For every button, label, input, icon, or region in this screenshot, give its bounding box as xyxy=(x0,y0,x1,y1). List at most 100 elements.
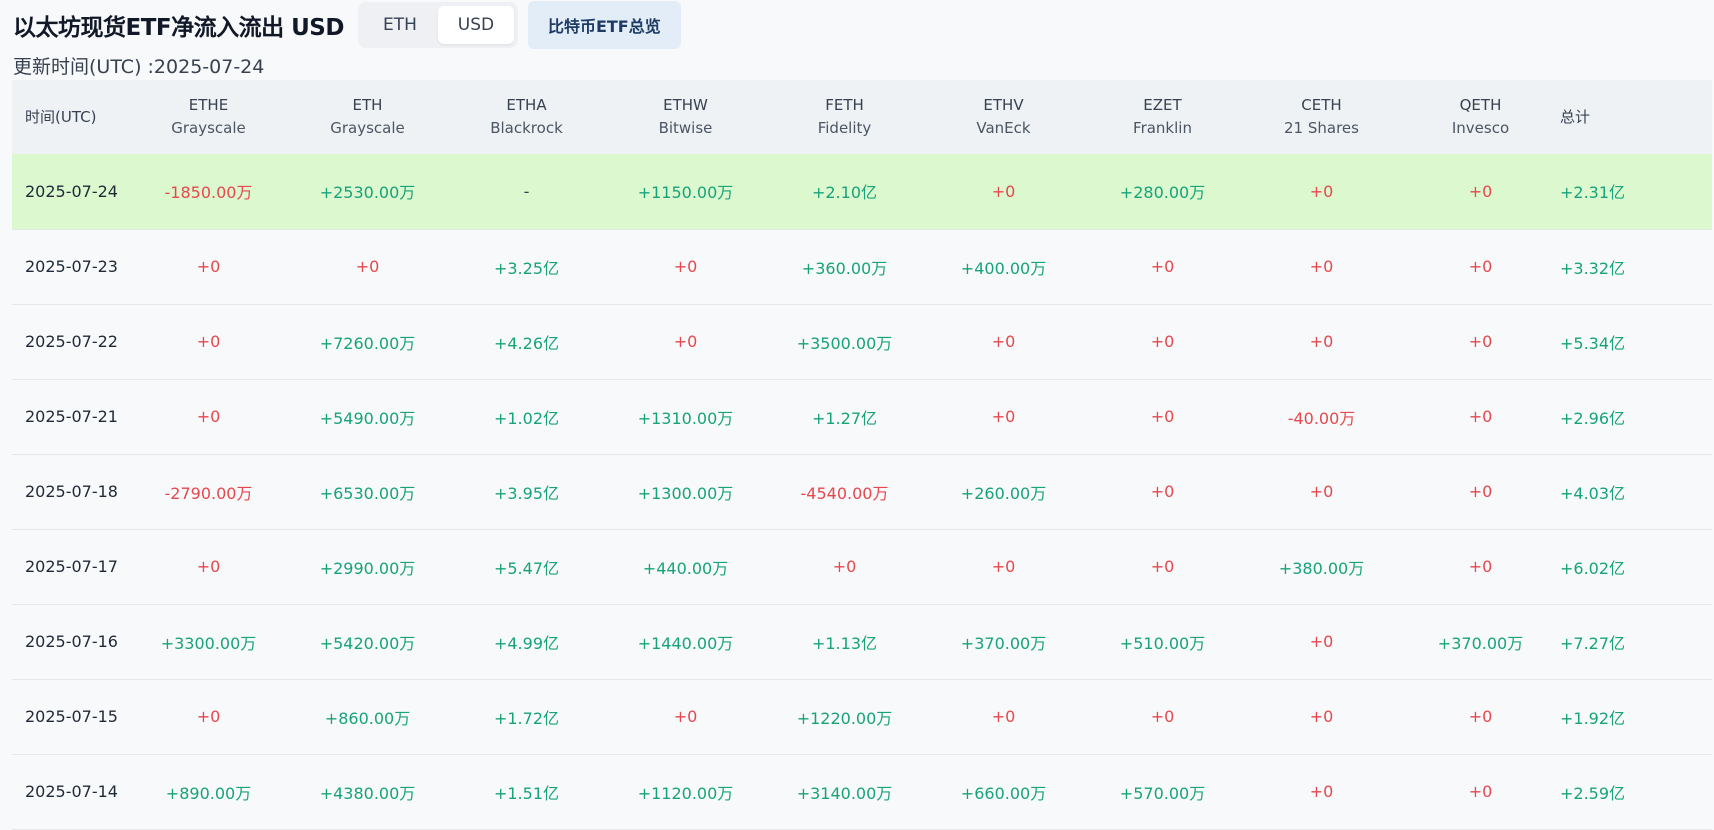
updated-time: 更新时间(UTC) :2025-07-24 xyxy=(13,56,265,78)
column-header-eth: ETH Grayscale xyxy=(288,80,447,154)
row-total: +2.59亿 xyxy=(1560,783,1626,803)
column-ticker: FETH xyxy=(825,96,864,114)
flow-cell-ceth: -40.00万 xyxy=(1287,408,1356,428)
etf-flow-table-container: 时间(UTC) ETHE Grayscale ETH Grayscale ETHA Bla… xyxy=(12,80,1712,830)
flow-cell-etha: +4.99亿 xyxy=(493,633,560,653)
flow-cell-feth: +360.00万 xyxy=(801,258,888,278)
flow-cell-ethe: +0 xyxy=(196,257,221,276)
flow-cell-qeth: +0 xyxy=(1468,257,1493,276)
flow-cell-etha: +1.72亿 xyxy=(493,708,560,728)
flow-cell-ezet: +0 xyxy=(1150,557,1175,576)
flow-cell-feth: +3140.00万 xyxy=(796,783,893,803)
flow-cell-feth: +1.27亿 xyxy=(811,408,878,428)
row-total: +4.03亿 xyxy=(1560,483,1626,503)
column-header-etha: ETHA Blackrock xyxy=(447,80,606,154)
flow-cell-ethe: +0 xyxy=(196,707,221,726)
flow-cell-ceth: +0 xyxy=(1309,632,1334,651)
flow-cell-qeth: +0 xyxy=(1468,407,1493,426)
row-date: 2025-07-23 xyxy=(25,257,118,276)
table-row: 2025-07-14 +890.00万 +4380.00万 +1.51亿 +1120.0… xyxy=(12,754,1712,829)
flow-cell-ethw: +440.00万 xyxy=(642,558,729,578)
column-issuer: Invesco xyxy=(1451,119,1510,137)
column-ticker: ETH xyxy=(352,96,383,114)
flow-cell-ethv: +370.00万 xyxy=(960,633,1047,653)
row-date: 2025-07-22 xyxy=(25,332,118,351)
flow-cell-feth: +1.13亿 xyxy=(811,633,878,653)
flow-cell-ethe: +0 xyxy=(196,557,221,576)
flow-cell-eth: +2990.00万 xyxy=(319,558,416,578)
row-total: +2.31亿 xyxy=(1560,183,1626,203)
table-row: 2025-07-15 +0 +860.00万 +1.72亿 +0 +1220.00万 +0 +… xyxy=(12,679,1712,754)
flow-cell-qeth: +0 xyxy=(1468,181,1493,201)
column-issuer: Bitwise xyxy=(658,119,713,137)
flow-cell-ethe: -2790.00万 xyxy=(164,483,253,503)
flow-cell-ethe: +0 xyxy=(196,407,221,426)
flow-cell-ethw: +0 xyxy=(673,332,698,351)
column-header-feth: FETH Fidelity xyxy=(765,80,924,154)
row-total: +5.34亿 xyxy=(1560,333,1626,353)
table-header-row: 时间(UTC) ETHE Grayscale ETH Grayscale ETHA Bla… xyxy=(12,80,1712,154)
column-header-ethv: ETHV VanEck xyxy=(924,80,1083,154)
flow-cell-eth: +5420.00万 xyxy=(319,633,416,653)
row-total: +7.27亿 xyxy=(1560,633,1626,653)
row-date: 2025-07-17 xyxy=(25,557,118,576)
column-header-ethw: ETHW Bitwise xyxy=(606,80,765,154)
column-ticker: QETH xyxy=(1459,96,1502,114)
column-issuer: Fidelity xyxy=(817,119,872,137)
column-header-ceth: CETH 21 Shares xyxy=(1242,80,1401,154)
flow-cell-ezet: +0 xyxy=(1150,407,1175,426)
row-date: 2025-07-21 xyxy=(25,407,118,426)
table-body: 2025-07-24 -1850.00万 +2530.00万 - +1150.00万 +2… xyxy=(12,154,1712,829)
flow-cell-etha: - xyxy=(523,181,530,201)
row-date: 2025-07-16 xyxy=(25,632,118,651)
column-issuer: Blackrock xyxy=(490,119,563,137)
btc-etf-overview-button[interactable]: 比特币ETF总览 xyxy=(527,1,681,49)
table-row: 2025-07-23 +0 +0 +3.25亿 +0 +360.00万 +400.00万 +0… xyxy=(12,229,1712,304)
table-row: 2025-07-22 +0 +7260.00万 +4.26亿 +0 +3500.00万 +0… xyxy=(12,304,1712,379)
row-total: +2.96亿 xyxy=(1560,408,1626,428)
column-issuer: Grayscale xyxy=(330,119,405,137)
flow-cell-ezet: +0 xyxy=(1150,257,1175,276)
flow-cell-etha: +1.51亿 xyxy=(493,783,560,803)
column-issuer: Grayscale xyxy=(171,119,246,137)
flow-cell-ethe: +0 xyxy=(196,332,221,351)
flow-cell-eth: +5490.00万 xyxy=(319,408,416,428)
flow-cell-qeth: +0 xyxy=(1468,332,1493,351)
flow-cell-eth: +2530.00万 xyxy=(319,183,416,203)
flow-cell-ethv: +0 xyxy=(991,407,1016,426)
flow-cell-ethv: +260.00万 xyxy=(960,483,1047,503)
flow-cell-ezet: +0 xyxy=(1150,707,1175,726)
flow-cell-ethw: +0 xyxy=(673,257,698,276)
flow-cell-ethv: +0 xyxy=(991,707,1016,726)
flow-cell-qeth: +370.00万 xyxy=(1437,633,1524,653)
eth-toggle-button[interactable]: ETH xyxy=(362,6,438,44)
table-row: 2025-07-24 -1850.00万 +2530.00万 - +1150.00万 +2… xyxy=(12,154,1712,229)
row-date: 2025-07-14 xyxy=(25,782,118,801)
flow-cell-ethv: +660.00万 xyxy=(960,783,1047,803)
flow-cell-ethw: +0 xyxy=(673,707,698,726)
flow-cell-ethw: +1300.00万 xyxy=(637,483,734,503)
flow-cell-ceth: +0 xyxy=(1309,482,1334,501)
column-ticker: ETHE xyxy=(188,96,229,114)
currency-toggle: ETH USD xyxy=(357,2,518,48)
etf-flow-table: 时间(UTC) ETHE Grayscale ETH Grayscale ETHA Bla… xyxy=(12,80,1712,830)
flow-cell-etha: +1.02亿 xyxy=(493,408,560,428)
flow-cell-ezet: +280.00万 xyxy=(1119,183,1206,203)
table-row: 2025-07-16 +3300.00万 +5420.00万 +4.99亿 +1440.… xyxy=(12,604,1712,679)
flow-cell-ethw: +1440.00万 xyxy=(637,633,734,653)
flow-cell-ethe: +3300.00万 xyxy=(160,633,257,653)
flow-cell-ethv: +0 xyxy=(991,332,1016,351)
column-header-ethe: ETHE Grayscale xyxy=(129,80,288,154)
flow-cell-etha: +3.95亿 xyxy=(493,483,560,503)
flow-cell-ethw: +1120.00万 xyxy=(637,783,734,803)
column-header-qeth: QETH Invesco xyxy=(1401,80,1560,154)
flow-cell-qeth: +0 xyxy=(1468,782,1493,801)
column-ticker: ETHA xyxy=(506,96,547,114)
column-ticker: ETHV xyxy=(983,96,1024,114)
column-ticker: ETHW xyxy=(663,96,708,114)
usd-toggle-button[interactable]: USD xyxy=(437,6,514,44)
flow-cell-ceth: +0 xyxy=(1309,782,1334,801)
flow-cell-ceth: +0 xyxy=(1309,181,1334,201)
flow-cell-ethe: -1850.00万 xyxy=(164,183,253,203)
flow-cell-feth: +1220.00万 xyxy=(796,708,893,728)
